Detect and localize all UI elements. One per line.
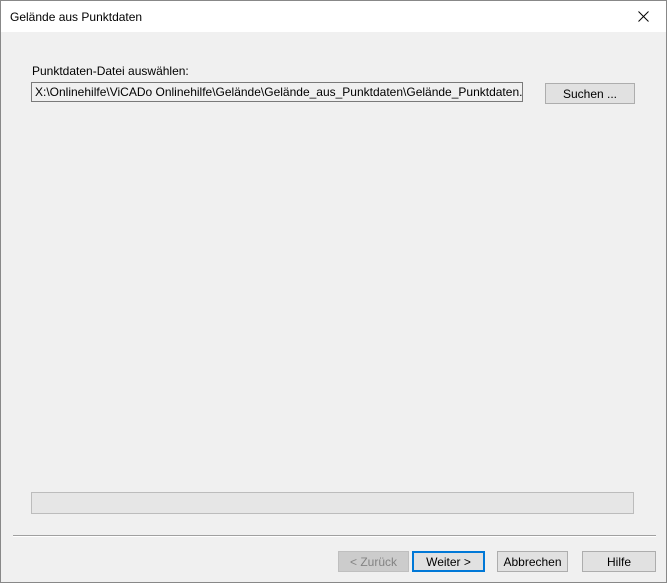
file-select-label: Punktdaten-Datei auswählen: (32, 64, 189, 78)
back-button[interactable]: < Zurück (338, 551, 409, 572)
close-button[interactable] (620, 1, 666, 32)
footer-separator (13, 535, 656, 537)
cancel-button[interactable]: Abbrechen (497, 551, 568, 572)
close-icon (637, 11, 649, 22)
file-path-field[interactable]: X:\Onlinehilfe\ViCADo Onlinehilfe\Geländ… (31, 82, 523, 102)
help-button[interactable]: Hilfe (582, 551, 656, 572)
window-title: Gelände aus Punktdaten (10, 10, 143, 24)
next-button[interactable]: Weiter > (412, 551, 485, 572)
dialog-window: Gelände aus Punktdaten Punktdaten-Datei … (0, 0, 667, 583)
browse-button[interactable]: Suchen ... (545, 83, 635, 104)
title-bar: Gelände aus Punktdaten (1, 1, 666, 32)
progress-bar (31, 492, 634, 514)
